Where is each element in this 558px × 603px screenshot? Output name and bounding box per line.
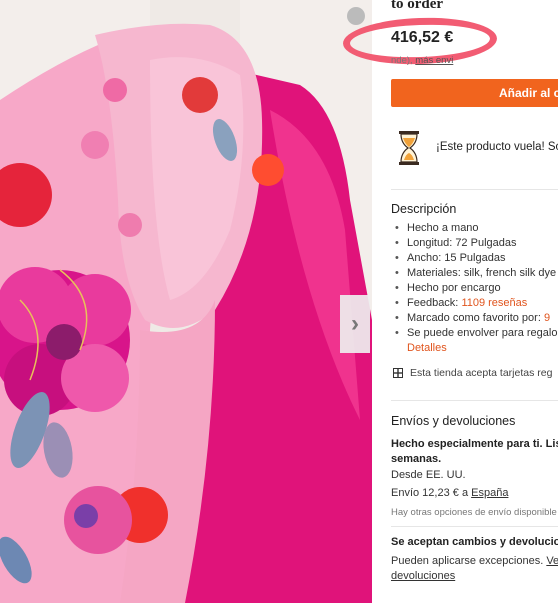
list-item: Hecho por encargo bbox=[395, 281, 557, 296]
list-item-favorited: Marcado como favorito por: 9 bbox=[395, 311, 557, 326]
list-item: Hecho a mano bbox=[395, 221, 557, 236]
next-image-button[interactable]: › bbox=[340, 295, 370, 353]
product-title: to order bbox=[391, 0, 444, 12]
shipping-heading: Envíos y devoluciones bbox=[391, 414, 516, 428]
returns-title: Se aceptan cambios y devolucion bbox=[391, 536, 558, 548]
add-to-cart-label: Añadir al ca bbox=[499, 86, 558, 100]
chevron-right-icon: › bbox=[351, 310, 359, 337]
gift-card-text: Esta tienda acepta tarjetas reg bbox=[410, 367, 553, 379]
hourglass-icon bbox=[399, 131, 419, 165]
popular-item-text: ¡Este producto vuela! So bbox=[436, 141, 558, 153]
made-for-line-2: semanas. bbox=[391, 453, 442, 465]
more-shipping-link[interactable]: más envi bbox=[415, 55, 453, 66]
list-item-feedback: Feedback: 1109 reseñas bbox=[395, 296, 557, 311]
returns-policy-link-2[interactable]: devoluciones bbox=[391, 570, 455, 582]
avatar bbox=[347, 7, 365, 25]
price: 416,52 € bbox=[391, 29, 454, 46]
listing-info: to order 416,52 € nde), más envi Añadir … bbox=[342, 0, 558, 603]
shipping-cost-text: Envío 12,23 € a bbox=[391, 487, 469, 499]
product-image[interactable]: › bbox=[0, 0, 372, 603]
gift-card-icon bbox=[393, 368, 403, 378]
shipping-cost: Envío 12,23 € a España bbox=[391, 487, 508, 499]
description-list: Hecho a mano Longitud: 72 Pulgadas Ancho… bbox=[395, 221, 557, 341]
other-shipping-options: Hay otras opciones de envío disponible bbox=[391, 507, 557, 518]
made-for-line-1: Hecho especialmente para ti. List bbox=[391, 438, 558, 450]
description-heading: Descripción bbox=[391, 202, 457, 216]
returns-policy-link[interactable]: Ve bbox=[546, 555, 558, 567]
details-link[interactable]: Detalles bbox=[407, 342, 447, 354]
favorited-count-link[interactable]: 9 bbox=[544, 312, 550, 324]
list-item: Ancho: 15 Pulgadas bbox=[395, 251, 557, 266]
list-item: Se puede envolver para regalo bbox=[395, 326, 557, 341]
list-item: Materiales: silk, french silk dye bbox=[395, 266, 557, 281]
divider bbox=[391, 526, 558, 527]
gift-card-note: Esta tienda acepta tarjetas reg bbox=[393, 367, 552, 379]
add-to-cart-button[interactable]: Añadir al ca bbox=[391, 79, 558, 107]
returns-exceptions: Pueden aplicarse excepciones. Ve devoluc… bbox=[391, 554, 558, 584]
price-note: nde), más envi bbox=[391, 55, 453, 66]
favorited-label: Marcado como favorito por: bbox=[407, 312, 541, 324]
price-note-text: nde), bbox=[391, 55, 413, 66]
exceptions-text: Pueden aplicarse excepciones. bbox=[391, 555, 544, 567]
destination-country-link[interactable]: España bbox=[471, 487, 508, 499]
silk-scarf-illustration bbox=[0, 0, 372, 603]
divider bbox=[391, 400, 558, 401]
list-item: Longitud: 72 Pulgadas bbox=[395, 236, 557, 251]
ships-from: Desde EE. UU. bbox=[391, 469, 466, 481]
divider bbox=[391, 189, 558, 190]
reviews-link[interactable]: 1109 reseñas bbox=[461, 297, 527, 309]
made-for-you-text: Hecho especialmente para ti. List semana… bbox=[391, 437, 558, 467]
feedback-label: Feedback: bbox=[407, 297, 459, 309]
